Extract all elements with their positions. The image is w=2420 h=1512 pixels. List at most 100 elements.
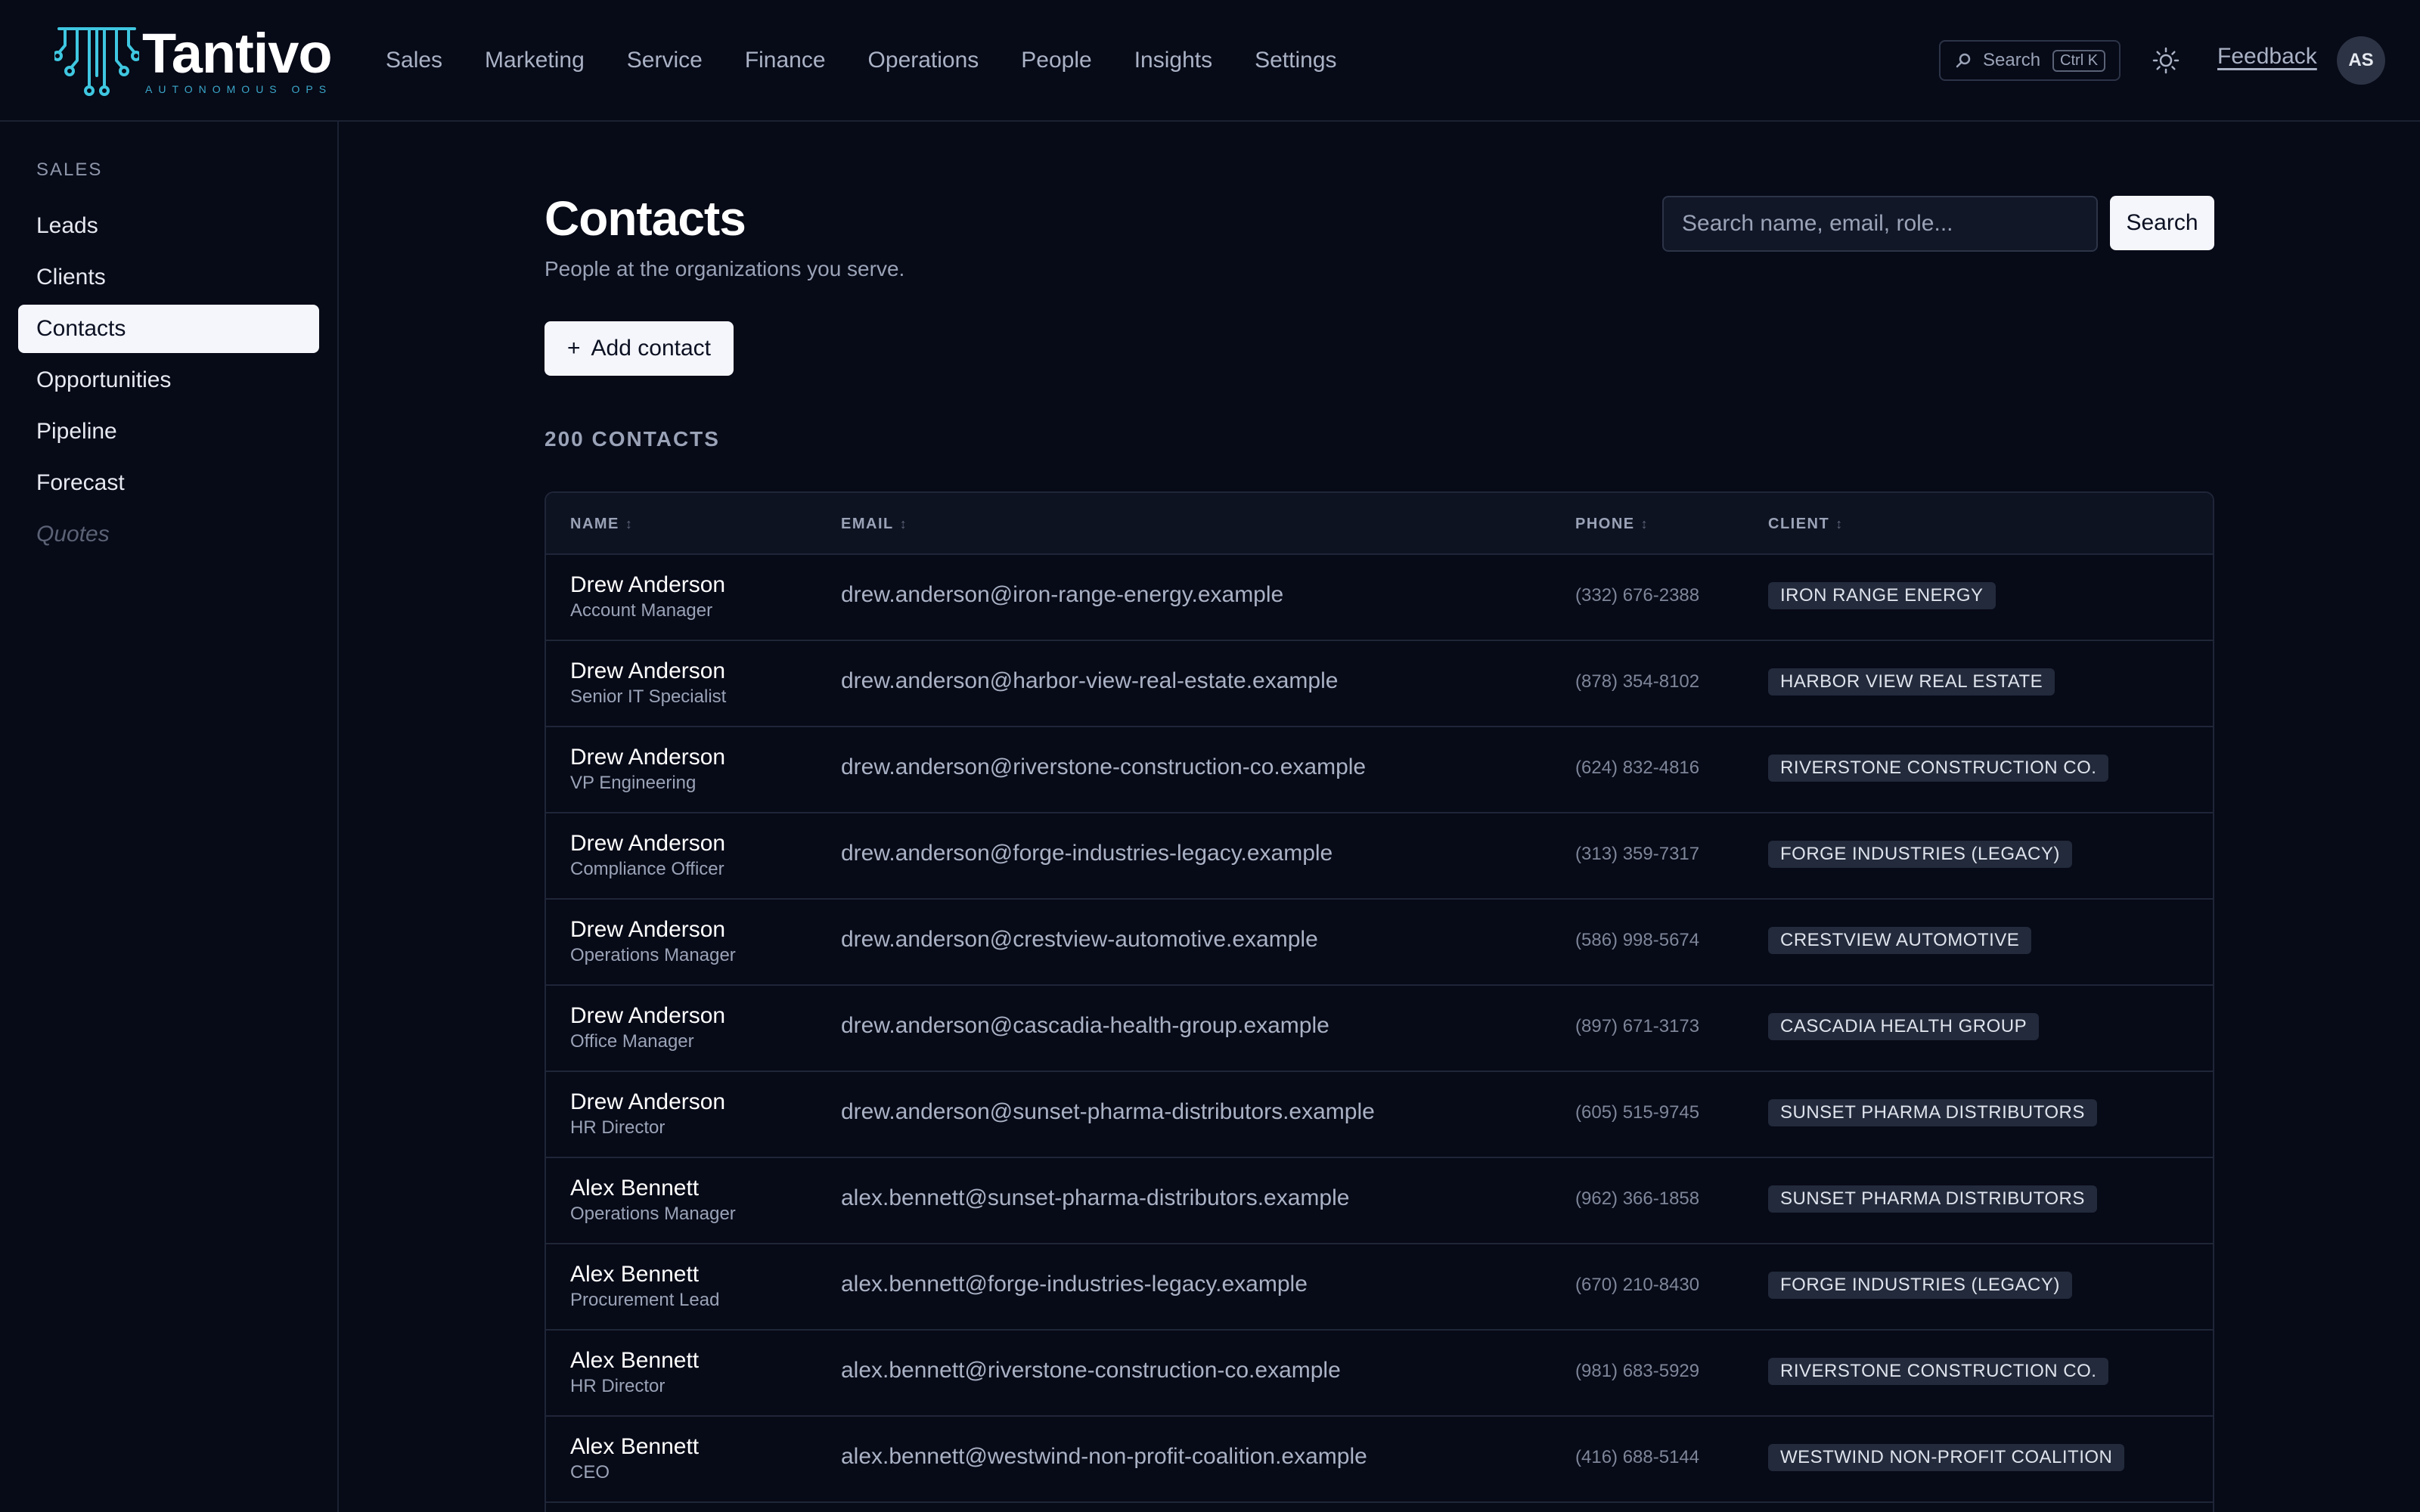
sidebar-item-contacts[interactable]: Contacts [18, 305, 319, 353]
table-row[interactable]: Alex Bennett CEO alex.bennett@westwind-no… [546, 1417, 2213, 1503]
contact-email: alex.bennett@westwind-non-profit-coaliti… [841, 1444, 1367, 1469]
contact-role: Operations Manager [570, 1204, 736, 1224]
table-row[interactable]: Drew Anderson HR Director drew.anderson@s… [546, 1072, 2213, 1158]
nav-item-settings[interactable]: Settings [1236, 36, 1354, 85]
nav-item-insights[interactable]: Insights [1116, 36, 1230, 85]
nav-item-service[interactable]: Service [609, 36, 721, 85]
sidebar-list: Leads Clients Contacts Opportunities Pip… [18, 202, 319, 562]
global-search-button[interactable]: Search Ctrl K [1939, 40, 2121, 81]
table-row[interactable]: Drew Anderson Senior IT Specialist drew.a… [546, 641, 2213, 727]
contact-name[interactable]: Drew Anderson [570, 658, 726, 685]
table-row[interactable]: Drew Anderson Compliance Officer drew.and… [546, 813, 2213, 900]
sidebar: SALES Leads Clients Contacts Opportuniti… [0, 122, 339, 1512]
contacts-table: NAME ↕ EMAIL ↕ PHONE ↕ CLIENT ↕ Drew Anderso… [544, 491, 2214, 1512]
sidebar-item-leads[interactable]: Leads [18, 202, 319, 250]
contact-name[interactable]: Drew Anderson [570, 1002, 725, 1030]
table-row[interactable]: Alex Bennett HR Director alex.bennett@riv… [546, 1331, 2213, 1417]
top-bar: Tantivo AUTONOMOUS OPS Sales Marketing S… [0, 0, 2420, 122]
sort-icon: ↕ [1835, 516, 1844, 531]
contact-role: Compliance Officer [570, 859, 724, 879]
table-row[interactable]: Drew Anderson Account Manager drew.anders… [546, 555, 2213, 641]
nav-item-finance[interactable]: Finance [727, 36, 844, 85]
add-contact-label: Add contact [591, 336, 711, 361]
column-header-phone[interactable]: PHONE ↕ [1575, 493, 1649, 555]
nav-item-sales[interactable]: Sales [368, 36, 461, 85]
client-badge[interactable]: FORGE INDUSTRIES (LEGACY) [1768, 841, 2072, 868]
client-badge[interactable]: WESTWIND NON-PROFIT COALITION [1768, 1444, 2125, 1471]
contact-name[interactable]: Drew Anderson [570, 1089, 725, 1116]
contact-role: CEO [570, 1462, 610, 1483]
contact-name[interactable]: Alex Bennett [570, 1261, 719, 1288]
table-row[interactable]: Alex Bennett Operations Manager alex.benn… [546, 1158, 2213, 1244]
contact-name[interactable]: Alex Bennett [570, 1433, 699, 1461]
contact-role: Office Manager [570, 1031, 694, 1052]
contact-name[interactable]: Drew Anderson [570, 916, 736, 943]
sidebar-heading: SALES [36, 160, 103, 180]
tantivo-logo-icon [54, 27, 139, 96]
contact-email: drew.anderson@sunset-pharma-distributors… [841, 1099, 1375, 1124]
table-row[interactable]: Drew Anderson VP Engineering drew.anderso… [546, 727, 2213, 813]
client-badge[interactable]: CRESTVIEW AUTOMOTIVE [1768, 927, 2032, 954]
column-header-email[interactable]: EMAIL ↕ [841, 493, 908, 555]
sun-icon[interactable] [2152, 47, 2180, 74]
search-icon [1956, 53, 1971, 68]
contact-email: alex.bennett@sunset-pharma-distributors.… [841, 1185, 1350, 1210]
contact-phone: (586) 998-5674 [1575, 930, 1700, 950]
contact-phone: (981) 683-5929 [1575, 1361, 1700, 1381]
client-badge[interactable]: FORGE INDUSTRIES (LEGACY) [1768, 1272, 2072, 1299]
table-row[interactable]: Alex Bennett Procurement Lead alex.bennet… [546, 1244, 2213, 1331]
client-badge[interactable]: CASCADIA HEALTH GROUP [1768, 1013, 2040, 1040]
contact-phone: (624) 832-4816 [1575, 758, 1700, 778]
table-row[interactable]: Drew Anderson Office Manager drew.anderso… [546, 986, 2213, 1072]
column-header-client[interactable]: CLIENT ↕ [1768, 493, 1844, 555]
contact-name[interactable]: Drew Anderson [570, 744, 725, 771]
client-badge[interactable]: SUNSET PHARMA DISTRIBUTORS [1768, 1185, 2097, 1213]
contact-name[interactable]: Drew Anderson [570, 830, 725, 857]
page-title: Contacts [544, 191, 746, 246]
contact-email: drew.anderson@harbor-view-real-estate.ex… [841, 668, 1339, 693]
column-header-name[interactable]: NAME ↕ [570, 493, 633, 555]
search-shortcut-badge: Ctrl K [2052, 49, 2106, 72]
sort-icon: ↕ [1640, 516, 1649, 531]
avatar[interactable]: AS [2337, 36, 2385, 85]
contact-role: Procurement Lead [570, 1290, 720, 1310]
contact-email: drew.anderson@cascadia-health-group.exam… [841, 1013, 1329, 1038]
add-contact-button[interactable]: + Add contact [544, 321, 734, 376]
nav-item-marketing[interactable]: Marketing [467, 36, 603, 85]
main-nav: Sales Marketing Service Finance Operatio… [368, 36, 1361, 85]
contact-search-input[interactable] [1662, 196, 2098, 252]
contact-name[interactable]: Alex Bennett [570, 1175, 736, 1202]
sidebar-item-clients[interactable]: Clients [18, 253, 319, 302]
contact-name[interactable]: Alex Bennett [570, 1347, 699, 1374]
contact-role: Account Manager [570, 600, 713, 621]
brand-tagline: AUTONOMOUS OPS [145, 83, 333, 95]
brand-name: Tantivo [142, 22, 333, 85]
sidebar-item-opportunities[interactable]: Opportunities [18, 356, 319, 404]
brand-logo[interactable]: Tantivo AUTONOMOUS OPS [54, 22, 333, 98]
client-badge[interactable]: RIVERSTONE CONSTRUCTION CO. [1768, 754, 2109, 782]
contact-search-button[interactable]: Search [2110, 196, 2214, 250]
contact-phone: (313) 359-7317 [1575, 844, 1700, 864]
sidebar-item-pipeline[interactable]: Pipeline [18, 407, 319, 456]
contact-email: drew.anderson@riverstone-construction-co… [841, 754, 1367, 779]
nav-item-operations[interactable]: Operations [850, 36, 997, 85]
client-badge[interactable]: IRON RANGE ENERGY [1768, 582, 1996, 609]
nav-item-people[interactable]: People [1003, 36, 1109, 85]
contact-name[interactable]: Drew Anderson [570, 572, 725, 599]
plus-icon: + [567, 336, 581, 361]
sidebar-item-forecast[interactable]: Forecast [18, 459, 319, 507]
client-badge[interactable]: RIVERSTONE CONSTRUCTION CO. [1768, 1358, 2109, 1385]
contact-role: VP Engineering [570, 773, 697, 793]
contact-phone: (416) 688-5144 [1575, 1447, 1700, 1467]
sidebar-item-quotes: Quotes [36, 522, 110, 547]
contact-phone: (605) 515-9745 [1575, 1102, 1700, 1123]
client-badge[interactable]: HARBOR VIEW REAL ESTATE [1768, 668, 2055, 696]
contact-role: Operations Manager [570, 945, 736, 965]
contact-role: Senior IT Specialist [570, 686, 727, 707]
contact-phone: (897) 671-3173 [1575, 1016, 1700, 1036]
client-badge[interactable]: SUNSET PHARMA DISTRIBUTORS [1768, 1099, 2097, 1126]
table-row[interactable]: Drew Anderson Operations Manager drew.and… [546, 900, 2213, 986]
feedback-link[interactable]: Feedback [2217, 44, 2317, 70]
contact-count: 200 CONTACTS [544, 427, 720, 451]
page-subtitle: People at the organizations you serve. [544, 257, 905, 280]
